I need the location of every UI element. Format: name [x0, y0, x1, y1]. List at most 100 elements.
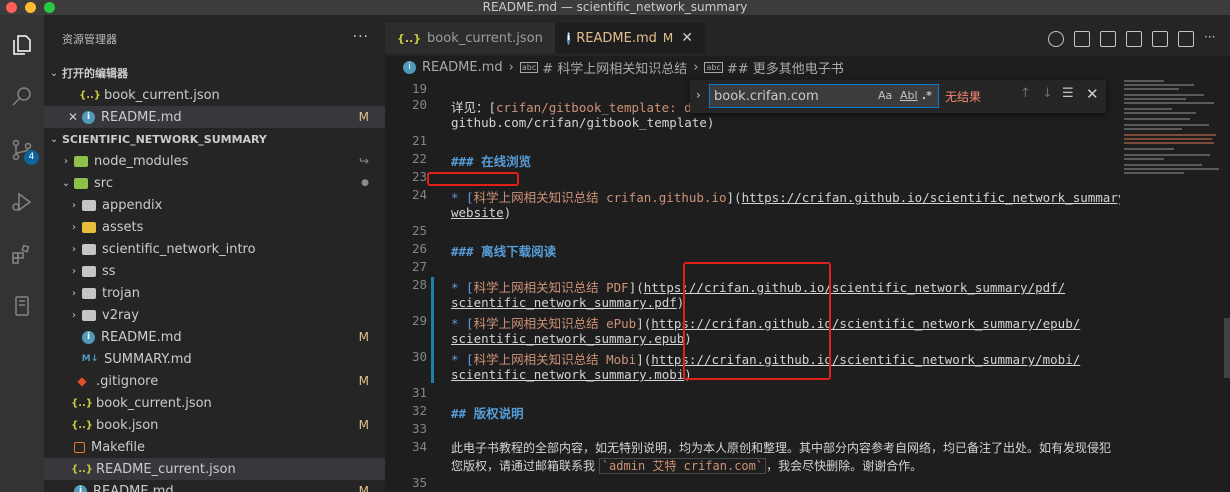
link-url[interactable]: scientific_network_summary.pdf [451, 295, 677, 310]
json-file-icon: {..} [71, 463, 93, 475]
code-line-26: ### 离线下载阅读 [451, 244, 557, 259]
sidebar-title: 资源管理器 [62, 32, 117, 46]
source-control-icon[interactable]: 4 [7, 135, 39, 165]
toggle-replace-icon[interactable]: › [696, 88, 701, 102]
folder-icon [82, 265, 96, 277]
remote-explorer-icon[interactable] [7, 291, 37, 321]
tree-item-assets[interactable]: › assets [44, 216, 385, 238]
tree-item-trojan[interactable]: › trojan [44, 282, 385, 304]
timeline-icon[interactable] [1048, 31, 1064, 47]
tree-item-readme-current-json[interactable]: {..} README_current.json [44, 458, 385, 480]
makefile-icon [74, 441, 85, 453]
tree-item-gitignore[interactable]: ◆ .gitignore M [44, 370, 385, 392]
line-number: 29 [411, 313, 427, 328]
open-editor-item[interactable]: ✕ i README.md M [44, 106, 385, 128]
line-number: 24 [411, 187, 427, 202]
find-input[interactable] [714, 87, 864, 105]
folder-open-icon [74, 177, 88, 189]
code-line-24: * [科学上网相关知识总结 crifan.github.io](https://… [451, 190, 1133, 205]
editor[interactable]: 19 20 21 22 23 24 25 26 27 28 29 30 31 3… [385, 78, 1230, 492]
close-find-button[interactable]: ✕ [1086, 85, 1099, 103]
open-editors-section[interactable]: ⌄ 打开的编辑器 [44, 62, 385, 84]
line-number: 19 [411, 81, 427, 96]
previous-match-button[interactable]: ↑ [1020, 86, 1031, 101]
search-icon[interactable] [7, 82, 37, 112]
close-tab-icon[interactable]: ✕ [681, 30, 693, 46]
line-number: 31 [411, 385, 427, 400]
minimap[interactable] [1120, 78, 1230, 492]
match-case-toggle[interactable]: Aa [878, 89, 892, 102]
link-url[interactable]: https://crifan.github.io/scientific_netw… [742, 190, 1133, 205]
code-line-20: 详见：[crifan/gitbook_template: de [451, 100, 700, 115]
folder-icon [82, 243, 96, 255]
find-in-selection-button[interactable]: ☰ [1062, 86, 1074, 101]
chevron-right-icon: › [72, 221, 76, 233]
close-icon[interactable]: ✕ [68, 110, 82, 124]
json-file-icon: {..} [397, 31, 422, 45]
link-url[interactable]: scientific_network_summary.epub [451, 331, 684, 346]
tree-item-ss[interactable]: › ss [44, 260, 385, 282]
scrollbar-thumb[interactable] [1224, 318, 1230, 378]
whole-word-toggle[interactable]: Abl [900, 89, 918, 102]
breadcrumb-heading-2[interactable]: ## 更多其他电子书 [727, 58, 844, 77]
line-number: 27 [411, 259, 427, 274]
open-editor-item[interactable]: {..} book_current.json [44, 84, 385, 106]
link-url[interactable]: website [451, 205, 504, 220]
open-preview-icon[interactable] [1074, 31, 1090, 47]
tree-item-scientific_network_intro[interactable]: › scientific_network_intro [44, 238, 385, 260]
markdown-file-icon: M↓ [81, 354, 99, 364]
code-line-20-wrap: github.com/crifan/gitbook_template) [451, 115, 715, 130]
json-file-icon: {..} [71, 419, 93, 431]
git-file-icon: ◆ [77, 374, 87, 388]
breadcrumb-heading-1[interactable]: # 科学上网相关知识总结 [542, 58, 687, 77]
tree-item-summary[interactable]: M↓ SUMMARY.md [44, 348, 385, 370]
tree-item-book-json[interactable]: {..} book.json M [44, 414, 385, 436]
editor-toolbar: ··· [1048, 31, 1220, 47]
explorer-sidebar: 资源管理器 ··· ⌄ 打开的编辑器 {..} book_current.jso… [44, 15, 385, 492]
sidebar-header: 资源管理器 ··· [44, 15, 385, 62]
chevron-right-icon: › [72, 243, 76, 255]
notebook-icon[interactable] [1152, 31, 1168, 47]
tree-item-src-readme[interactable]: i README.md M [44, 326, 385, 348]
folder-icon [82, 309, 96, 321]
tree-item-appendix[interactable]: › appendix [44, 194, 385, 216]
regex-toggle[interactable]: .* [922, 89, 932, 102]
open-changes-icon[interactable] [1126, 31, 1142, 47]
tree-item-v2ray[interactable]: › v2ray [44, 304, 385, 326]
line-number: 26 [411, 241, 427, 256]
split-editor-icon[interactable] [1178, 31, 1194, 47]
run-debug-icon[interactable] [7, 187, 37, 217]
folder-icon [82, 199, 96, 211]
project-section[interactable]: ⌄ SCIENTIFIC_NETWORK_SUMMARY [44, 128, 385, 150]
extensions-icon[interactable] [7, 239, 37, 269]
json-file-icon: {..} [71, 397, 93, 409]
explorer-icon[interactable] [7, 30, 37, 60]
tree-item-book-current-json[interactable]: {..} book_current.json [44, 392, 385, 414]
more-actions-icon[interactable]: ··· [353, 29, 369, 45]
chevron-right-icon: › [64, 155, 68, 167]
code-line-34-wrap: 您版权，请通过邮箱联系我 `admin 艾特 crifan.com` ，我会尽快删… [451, 458, 923, 474]
code-line-34: 此电子书教程的全部内容，如无特别说明，均为本人原创和整理。其中部分内容参考自网络… [451, 441, 1112, 455]
editor-tabs: {..} book_current.json i README.md M ✕ ·… [385, 15, 1230, 62]
tab-book-current-json[interactable]: {..} book_current.json [385, 23, 555, 53]
code-line-28-wrap: scientific_network_summary.pdf) [451, 295, 685, 310]
json-file-icon: {..} [79, 89, 101, 101]
link-url[interactable]: scientific_network_summary.mobi [451, 367, 684, 382]
scm-count-badge: 4 [24, 150, 39, 165]
next-match-button[interactable]: ↓ [1042, 86, 1053, 101]
folder-icon [82, 221, 96, 233]
breadcrumb-file[interactable]: README.md [422, 60, 503, 75]
info-file-icon: i [403, 60, 416, 74]
tree-item-node_modules[interactable]: › node_modules ↪ [44, 150, 385, 172]
annotation-box [683, 262, 831, 380]
tree-item-makefile[interactable]: Makefile [44, 436, 385, 458]
tree-item-readme[interactable]: i README.md M [44, 480, 385, 492]
chevron-down-icon: ⌄ [49, 67, 59, 79]
line-number: 33 [411, 421, 427, 436]
tab-readme[interactable]: i README.md M ✕ [555, 23, 705, 53]
chevron-right-icon: › [72, 309, 76, 321]
more-actions-icon[interactable]: ··· [1204, 31, 1220, 47]
compare-changes-icon[interactable] [1100, 31, 1116, 47]
tree-item-src[interactable]: ⌄ src ● [44, 172, 385, 194]
string-symbol-icon: abc [704, 61, 723, 73]
